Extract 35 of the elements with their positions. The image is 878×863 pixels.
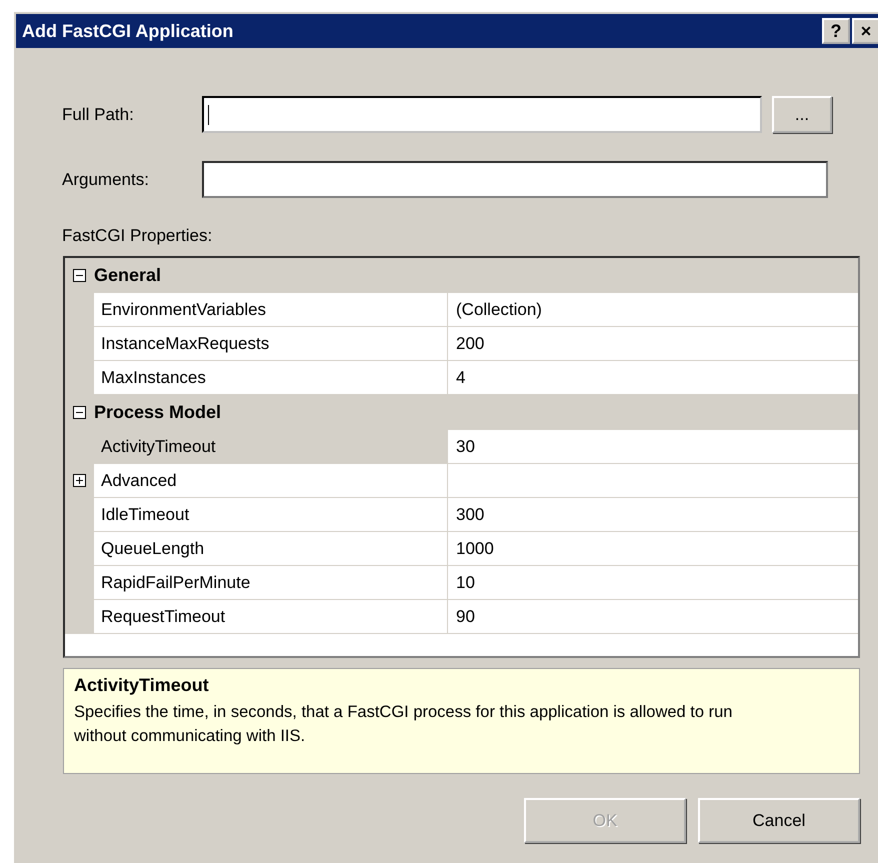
field-label: Full Path: (62, 104, 135, 124)
property-value[interactable]: 4 (448, 361, 858, 394)
description-title: ActivityTimeout (74, 675, 210, 696)
property-value[interactable]: 300 (448, 498, 858, 531)
property-value[interactable]: (Collection) (448, 293, 858, 326)
close-button[interactable]: × (852, 18, 878, 44)
collapse-icon[interactable] (73, 406, 86, 418)
browse-button[interactable]: ... (772, 96, 832, 133)
category-name: General (94, 264, 162, 286)
text-cursor (208, 104, 209, 124)
property-name[interactable]: RapidFailPerMinute (94, 566, 448, 599)
help-button[interactable]: ? (822, 18, 850, 44)
property-name[interactable]: MaxInstances (94, 361, 448, 394)
input-field[interactable] (202, 96, 762, 133)
property-value[interactable]: 200 (448, 327, 858, 360)
property-name[interactable]: InstanceMaxRequests (94, 327, 448, 360)
property-name[interactable]: ActivityTimeout (94, 430, 448, 463)
description-text: Specifies the time, in seconds, that a FastCGI process for this application is allowed to run without communicating with IIS. (74, 702, 734, 747)
category-name: Process Model (94, 402, 222, 422)
property-name[interactable]: QueueLength (94, 532, 448, 565)
input-field[interactable] (202, 161, 828, 198)
property-value[interactable]: 1000 (448, 532, 858, 565)
collapse-icon[interactable] (73, 268, 86, 282)
property-value[interactable]: 30 (448, 430, 858, 463)
property-name[interactable]: EnvironmentVariables (94, 293, 448, 326)
property-name[interactable]: RequestTimeout (94, 600, 448, 633)
property-name[interactable]: IdleTimeout (94, 498, 448, 531)
property-value[interactable]: 90 (448, 600, 858, 633)
field-label: Arguments: (62, 170, 150, 190)
expand-icon[interactable] (73, 474, 86, 487)
property-value[interactable]: 10 (448, 566, 858, 599)
cancel-button[interactable]: Cancel (698, 798, 860, 843)
property-name[interactable]: Advanced (94, 464, 448, 497)
window-title: Add FastCGI Application (22, 20, 234, 42)
section-label: FastCGI Properties: (62, 226, 214, 246)
